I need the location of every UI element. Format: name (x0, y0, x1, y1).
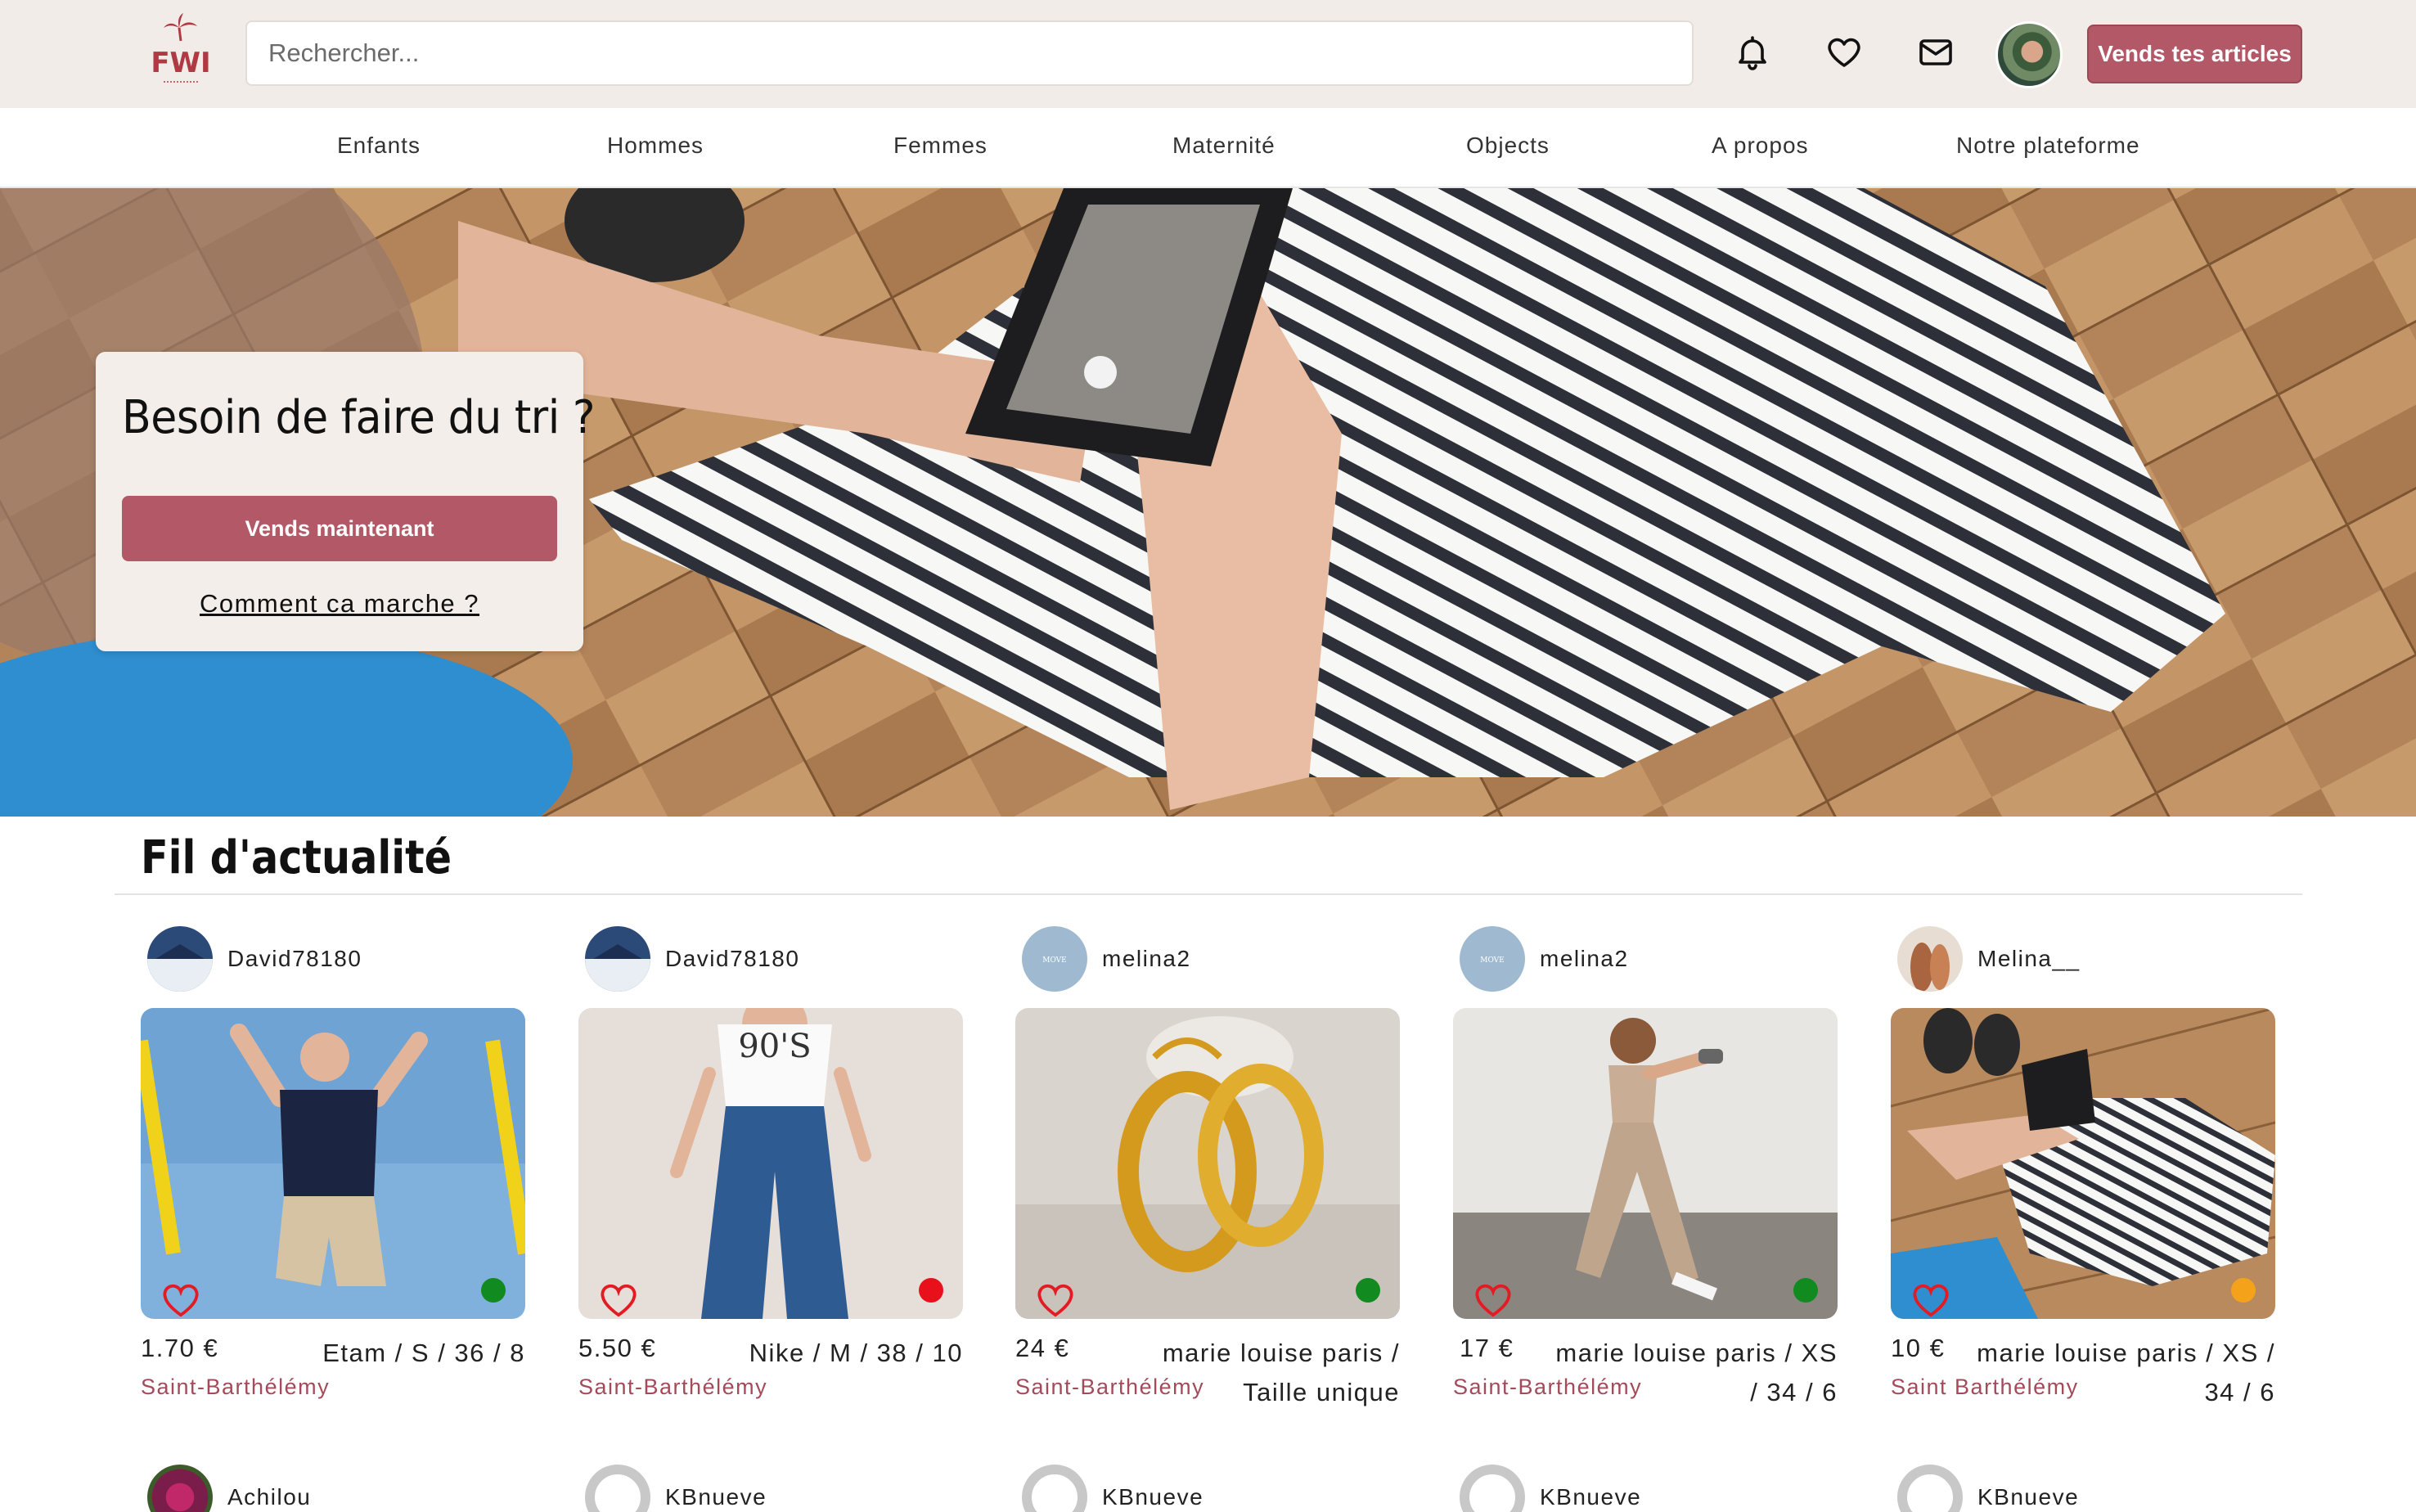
nav-item-a-propos[interactable]: A propos (1712, 133, 1809, 159)
username: KBnueve (1540, 1484, 1642, 1510)
product-image[interactable] (1015, 1008, 1400, 1319)
price: 17 € (1460, 1334, 1514, 1362)
price: 5.50 € (578, 1334, 657, 1362)
hero-card: Besoin de faire du tri ? Vends maintenan… (96, 352, 595, 651)
location: Saint Barthélémy (1891, 1375, 2079, 1399)
product-card[interactable]: David78180 1.70 € Etam / S / 36 / 8 Sain… (141, 926, 525, 1417)
user-avatar (585, 1465, 650, 1512)
product-card[interactable]: Melina__ 10 € marie louise paris / XS / … (1891, 926, 2275, 1417)
username: Achilou (227, 1484, 312, 1510)
sell-items-button[interactable]: Vends tes articles (2087, 25, 2302, 83)
favorite-heart-icon[interactable] (1037, 1284, 1074, 1318)
user-avatar: MOVE (1460, 926, 1525, 992)
user-avatar (147, 1465, 213, 1512)
user-avatar (1897, 926, 1963, 992)
nav-item-enfants[interactable]: Enfants (337, 133, 421, 159)
user-avatar (585, 926, 650, 992)
svg-text:MOVE: MOVE (1042, 956, 1067, 965)
status-dot (481, 1278, 506, 1303)
card-user[interactable]: MOVE melina2 (1460, 926, 1629, 992)
meta-line: marie louise paris / (1162, 1339, 1400, 1367)
username: melina2 (1102, 946, 1191, 971)
svg-text:90'S: 90'S (738, 1028, 811, 1065)
nav-item-maternite[interactable]: Maternité (1172, 133, 1275, 159)
nav-item-hommes[interactable]: Hommes (607, 133, 704, 159)
price: 24 € (1015, 1334, 1070, 1362)
product-image[interactable] (1453, 1008, 1838, 1319)
product-meta: Etam / S / 36 / 8 (322, 1334, 525, 1373)
fwi-logo[interactable]: FWI (151, 11, 211, 92)
svg-text:MOVE: MOVE (1480, 956, 1505, 965)
card-user[interactable]: KBnueve (1022, 1465, 1204, 1512)
product-image[interactable]: 90'S (578, 1008, 963, 1319)
location: Saint-Barthélémy (141, 1375, 331, 1399)
favorite-heart-icon[interactable] (1912, 1284, 1950, 1318)
card-user[interactable]: David78180 (147, 926, 362, 992)
location: Saint-Barthélémy (1015, 1375, 1205, 1399)
user-avatar (147, 926, 213, 992)
username: David78180 (665, 946, 800, 971)
search-input[interactable] (245, 20, 1694, 86)
favorite-heart-icon[interactable] (1474, 1284, 1512, 1318)
price: 10 € (1891, 1334, 1946, 1362)
hero-banner: Besoin de faire du tri ? Vends maintenan… (0, 188, 2416, 817)
sell-now-button[interactable]: Vends maintenant (122, 496, 557, 561)
status-dot (2231, 1278, 2256, 1303)
location: Saint-Barthélémy (578, 1375, 768, 1399)
nav-item-femmes[interactable]: Femmes (893, 133, 988, 159)
user-avatar (1022, 1465, 1087, 1512)
user-avatar: MOVE (1022, 926, 1087, 992)
username: KBnueve (1102, 1484, 1204, 1510)
user-avatar[interactable] (1995, 21, 2063, 88)
user-avatar (1897, 1465, 1963, 1512)
meta-text: Etam / S / 36 / 8 (322, 1339, 525, 1367)
product-meta: Nike / M / 38 / 10 (749, 1334, 963, 1373)
meta-line: marie louise paris / XS (1555, 1339, 1838, 1367)
nav-item-notre-plateforme[interactable]: Notre plateforme (1956, 133, 2140, 159)
price: 1.70 € (141, 1334, 219, 1362)
status-dot (919, 1278, 943, 1303)
favorite-heart-icon[interactable] (162, 1284, 200, 1318)
username: KBnueve (665, 1484, 767, 1510)
username: KBnueve (1977, 1484, 2080, 1510)
top-bar: FWI Vends tes articles (0, 0, 2416, 108)
card-user[interactable]: David78180 (585, 926, 799, 992)
category-nav: Enfants Hommes Femmes Maternité Objects … (0, 108, 2416, 188)
user-avatar (1460, 1465, 1525, 1512)
feed-divider (115, 893, 2302, 895)
meta-line: marie louise paris / XS / (1977, 1339, 2275, 1367)
card-user[interactable]: KBnueve (585, 1465, 767, 1512)
product-meta: marie louise paris / XS / 34 / 6 (1977, 1334, 2275, 1412)
card-user[interactable]: KBnueve (1897, 1465, 2079, 1512)
product-card[interactable]: MOVE melina2 17 € marie louise paris / X… (1453, 926, 1838, 1417)
heart-icon[interactable] (1821, 29, 1867, 75)
mail-icon[interactable] (1913, 29, 1959, 75)
nav-item-objects[interactable]: Objects (1466, 133, 1550, 159)
how-it-works-link[interactable]: Comment ca marche ? (96, 589, 583, 619)
username: David78180 (227, 946, 362, 971)
card-user[interactable]: Achilou (147, 1465, 311, 1512)
product-meta: marie louise paris / XS / 34 / 6 (1555, 1334, 1838, 1412)
location: Saint-Barthélémy (1453, 1375, 1643, 1399)
product-image[interactable] (141, 1008, 525, 1319)
logo-text: FWI (152, 47, 209, 79)
status-dot (1356, 1278, 1380, 1303)
username: melina2 (1540, 946, 1629, 971)
meta-text: Nike / M / 38 / 10 (749, 1339, 963, 1367)
username: Melina__ (1977, 946, 2081, 971)
card-user[interactable]: KBnueve (1460, 1465, 1641, 1512)
product-card[interactable]: David78180 90'S 5.50 € Nike / M / 38 / 1… (578, 926, 963, 1417)
bell-icon[interactable] (1730, 29, 1775, 75)
product-image[interactable] (1891, 1008, 2275, 1319)
hero-title: Besoin de faire du tri ? (122, 391, 595, 444)
card-user[interactable]: MOVE melina2 (1022, 926, 1191, 992)
card-user[interactable]: Melina__ (1897, 926, 2081, 992)
favorite-heart-icon[interactable] (600, 1284, 637, 1318)
product-meta: marie louise paris / Taille unique (1163, 1334, 1400, 1412)
product-card[interactable]: MOVE melina2 24 € marie louise paris / T… (1015, 926, 1400, 1417)
status-dot (1793, 1278, 1818, 1303)
feed-title: Fil d'actualité (141, 831, 452, 884)
